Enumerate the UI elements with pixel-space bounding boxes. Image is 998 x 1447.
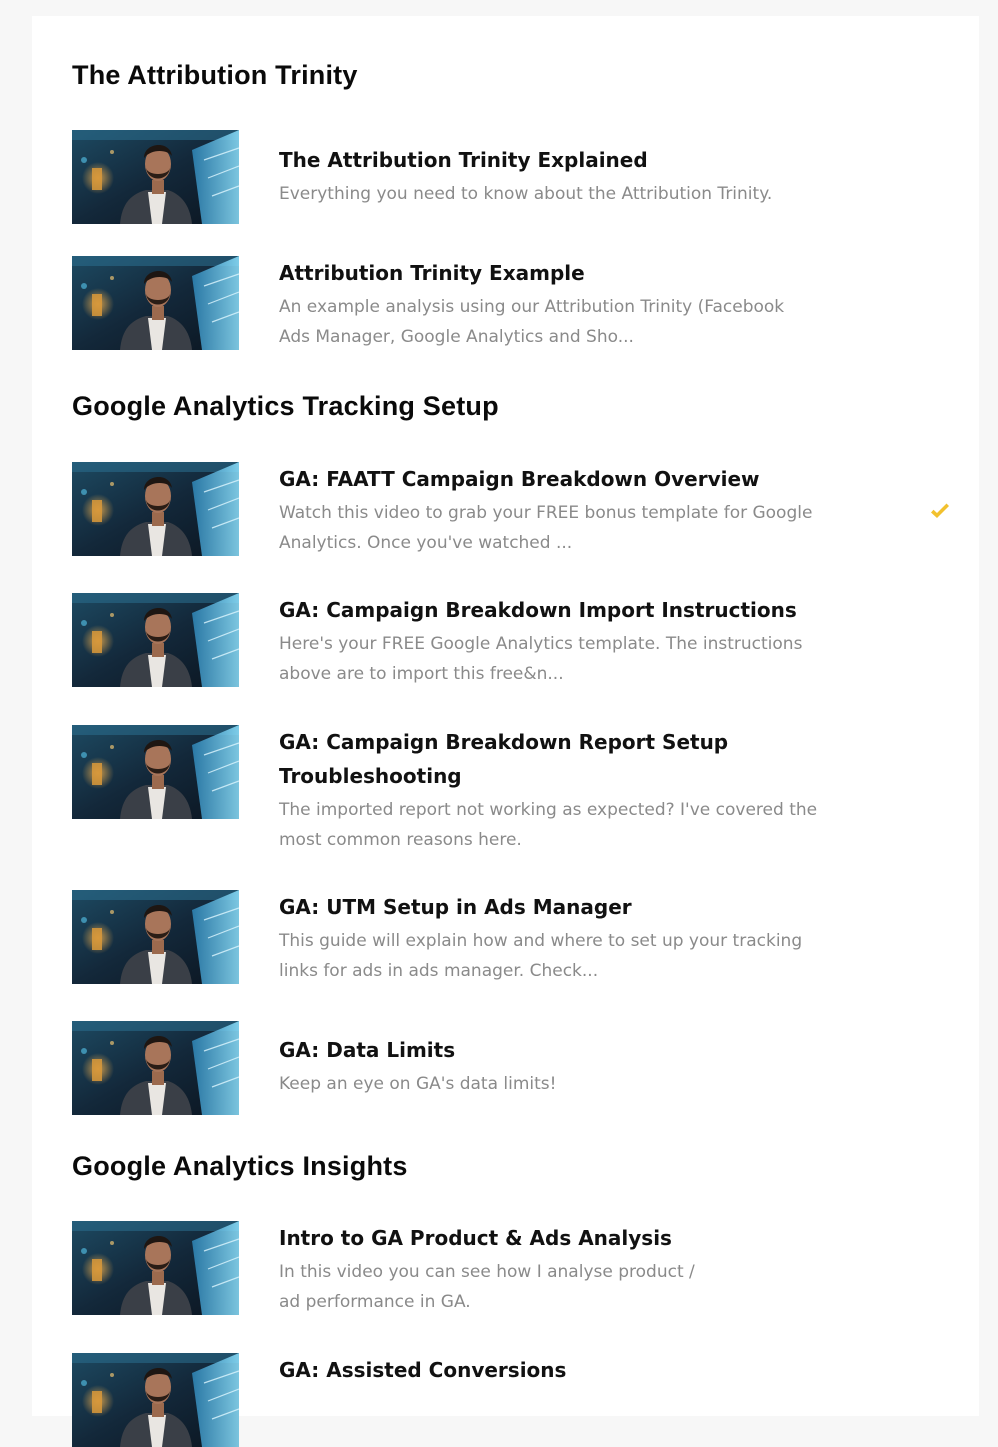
lesson-thumbnail[interactable] <box>72 1353 239 1447</box>
lesson-description: This guide will explain how and where to… <box>279 931 803 981</box>
lesson-title[interactable]: GA: Campaign Breakdown Import Instructio… <box>279 593 819 627</box>
lesson-description: An example analysis using our Attributio… <box>279 297 785 347</box>
lesson-title[interactable]: GA: Campaign Breakdown Report Setup Trou… <box>279 725 819 793</box>
lesson-thumbnail[interactable] <box>72 1221 239 1315</box>
lesson-ga-faatt-overview[interactable]: GA: FAATT Campaign Breakdown Overview Wa… <box>72 462 952 556</box>
lesson-ga-import-instructions[interactable]: GA: Campaign Breakdown Import Instructio… <box>72 593 952 687</box>
lesson-thumbnail[interactable] <box>72 1021 239 1115</box>
lesson-attribution-trinity-explained[interactable]: The Attribution Trinity Explained Everyt… <box>72 130 952 224</box>
lesson-title[interactable]: Attribution Trinity Example <box>279 256 819 290</box>
lesson-ga-utm-setup[interactable]: GA: UTM Setup in Ads Manager This guide … <box>72 890 952 984</box>
lesson-attribution-trinity-example[interactable]: Attribution Trinity Example An example a… <box>72 256 952 350</box>
lesson-description: Everything you need to know about the At… <box>279 184 773 204</box>
lesson-title[interactable]: Intro to GA Product & Ads Analysis <box>279 1221 709 1255</box>
lesson-thumbnail[interactable] <box>72 593 239 687</box>
lesson-description: Watch this video to grab your FREE bonus… <box>279 503 813 553</box>
lesson-thumbnail[interactable] <box>72 725 239 819</box>
lesson-thumbnail[interactable] <box>72 256 239 350</box>
lesson-intro-ga-product-ads[interactable]: Intro to GA Product & Ads Analysis In th… <box>72 1221 952 1315</box>
checkmark-icon <box>931 503 949 518</box>
lesson-title[interactable]: GA: FAATT Campaign Breakdown Overview <box>279 462 819 496</box>
lesson-description: In this video you can see how I analyse … <box>279 1262 695 1312</box>
lesson-title[interactable]: The Attribution Trinity Explained <box>279 143 819 177</box>
section-title-attribution-trinity: The Attribution Trinity <box>72 60 358 90</box>
lesson-title[interactable]: GA: UTM Setup in Ads Manager <box>279 890 819 924</box>
lesson-title[interactable]: GA: Assisted Conversions <box>279 1353 819 1387</box>
lesson-description: The imported report not working as expec… <box>279 800 818 850</box>
lesson-ga-assisted-conversions[interactable]: GA: Assisted Conversions <box>72 1353 952 1447</box>
lesson-description: Keep an eye on GA's data limits! <box>279 1074 557 1094</box>
lesson-ga-data-limits[interactable]: GA: Data Limits Keep an eye on GA's data… <box>72 1021 952 1115</box>
lesson-thumbnail[interactable] <box>72 130 239 224</box>
lesson-description: Here's your FREE Google Analytics templa… <box>279 634 803 684</box>
section-title-ga-insights: Google Analytics Insights <box>72 1151 408 1181</box>
lesson-thumbnail[interactable] <box>72 462 239 556</box>
lesson-ga-report-troubleshooting[interactable]: GA: Campaign Breakdown Report Setup Trou… <box>72 725 952 850</box>
course-content-card: The Attribution Trinity The Attribution … <box>32 16 979 1447</box>
lesson-title[interactable]: GA: Data Limits <box>279 1033 819 1067</box>
lesson-thumbnail[interactable] <box>72 890 239 984</box>
section-title-ga-tracking-setup: Google Analytics Tracking Setup <box>72 391 499 421</box>
